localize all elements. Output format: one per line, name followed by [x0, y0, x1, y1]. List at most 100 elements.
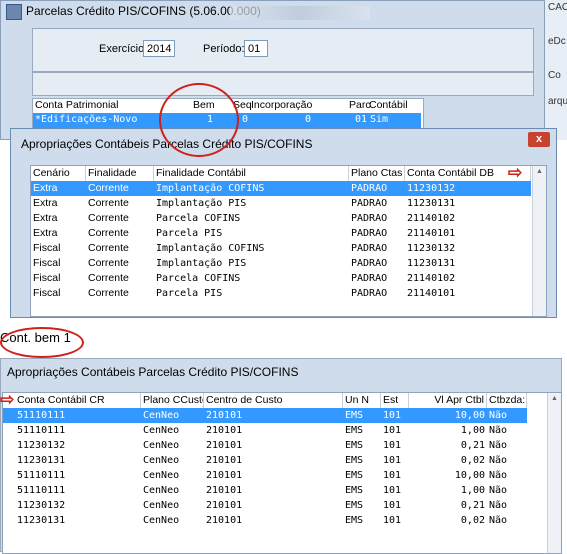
col-contabil[interactable]: Contábil	[369, 99, 408, 113]
table-cell: EMS	[345, 410, 364, 421]
col-finalidade-contabil[interactable]: Finalidade Contábil	[154, 166, 349, 181]
table-cell: 11230131	[407, 198, 456, 209]
apropriacoes-grid-2[interactable]: Conta Contábil CR Plano CCusto Centro de…	[2, 392, 562, 554]
table-cell: 210101	[206, 500, 243, 511]
col-ctbzda[interactable]: Ctbzda:	[487, 393, 527, 408]
col-plano-ctas[interactable]: Plano Ctas	[349, 166, 405, 181]
table-row[interactable]: 51110111 CenNeo 210101 EMS 101 1,00 Não	[3, 423, 527, 438]
table-cell: Corrente	[88, 182, 129, 194]
col-cenario[interactable]: Cenário	[31, 166, 86, 181]
table-cell: Não	[489, 500, 508, 511]
arrow-right-icon: ⇨	[508, 163, 523, 182]
col-vl-apr-ctbl[interactable]: Vl Apr Ctbl	[409, 393, 487, 408]
table-cell: Parcela PIS	[156, 288, 223, 299]
col-centro-de-custo[interactable]: Centro de Custo	[204, 393, 343, 408]
table-cell: PADRAO	[351, 243, 388, 254]
table-cell: 21140102	[407, 213, 456, 224]
side-text-4: arqui	[548, 96, 567, 107]
periodo-field[interactable]: 01	[244, 40, 268, 57]
window-title-text: Parcelas Crédito PIS/COFINS (5.06.00.000…	[26, 4, 261, 19]
col-incorporacao[interactable]: Incorporação	[251, 99, 312, 113]
col-seq[interactable]: Seq	[233, 99, 252, 113]
app-icon	[6, 4, 22, 20]
periodo-label: Período:	[203, 43, 245, 55]
table-row[interactable]: Fiscal Corrente Implantação PIS PADRAO 11230…	[31, 256, 531, 271]
table-row[interactable]: 11230132 CenNeo 210101 EMS 101 0,21 Não	[3, 498, 527, 513]
table-cell: PADRAO	[351, 183, 388, 194]
table-cell: Implantação PIS	[156, 258, 247, 269]
table-cell: 210101	[206, 515, 243, 526]
table-row[interactable]: *Edificações-Novo 1 0 0 01 Sim	[33, 113, 421, 128]
table-row[interactable]: 51110111 CenNeo 210101 EMS 101 10,00 Não	[3, 408, 527, 423]
table-row[interactable]: 11230131 CenNeo 210101 EMS 101 0,02 Não	[3, 513, 527, 528]
table-cell: Corrente	[88, 227, 129, 239]
table-cell: PADRAO	[351, 273, 388, 284]
table-cell: 101	[383, 500, 402, 511]
side-text-2: eDc	[548, 36, 566, 47]
table-row[interactable]: 51110111 CenNeo 210101 EMS 101 1,00 Não	[3, 483, 527, 498]
col-bem[interactable]: Bem	[193, 99, 215, 113]
col-est[interactable]: Est	[381, 393, 409, 408]
table-cell: Não	[489, 455, 508, 466]
col-conta-patrimonial[interactable]: Conta Patrimonial	[35, 99, 118, 113]
table-cell: Corrente	[88, 257, 129, 269]
table-cell: Corrente	[88, 287, 129, 299]
table-cell: CenNeo	[143, 440, 180, 451]
apropriacoes-grid-1[interactable]: Cenário Finalidade Finalidade Contábil P…	[30, 165, 547, 317]
table-cell: CenNeo	[143, 470, 180, 481]
table-cell: 210101	[206, 425, 243, 436]
exercicio-field[interactable]: 2014	[143, 40, 175, 57]
table-row[interactable]: 51110111 CenNeo 210101 EMS 101 10,00 Não	[3, 468, 527, 483]
cell-parc: 01	[355, 114, 368, 125]
table-cell: PADRAO	[351, 288, 388, 299]
scroll-up-icon[interactable]: ▲	[536, 168, 543, 175]
table-row[interactable]: Extra Corrente Parcela PIS PADRAO 21140101	[31, 226, 531, 241]
table-cell: Não	[489, 515, 508, 526]
col-plano-ccusto[interactable]: Plano CCusto	[141, 393, 204, 408]
col-un-n[interactable]: Un N	[343, 393, 381, 408]
table-cell: PADRAO	[351, 198, 388, 209]
col-parc[interactable]: Parc	[349, 99, 371, 113]
table-cell: CenNeo	[143, 455, 180, 466]
annotation-label: Cont. bem 1	[0, 330, 71, 345]
table-cell: 11230131	[17, 515, 66, 526]
table-cell: Parcela COFINS	[156, 213, 241, 224]
table-cell: Extra	[33, 182, 58, 194]
vertical-scrollbar[interactable]: ▲	[547, 393, 561, 553]
table-cell: 0,21	[460, 440, 485, 451]
table-cell: CenNeo	[143, 485, 180, 496]
col-finalidade[interactable]: Finalidade	[86, 166, 154, 181]
table-row[interactable]: Fiscal Corrente Implantação COFINS PADRAO 11…	[31, 241, 531, 256]
table-cell: PADRAO	[351, 258, 388, 269]
scroll-up-icon[interactable]: ▲	[551, 395, 558, 402]
table-row[interactable]: Fiscal Corrente Parcela COFINS PADRAO 211401…	[31, 271, 531, 286]
table-cell: 51110111	[17, 410, 66, 421]
table-cell: Extra	[33, 197, 58, 209]
table-cell: CenNeo	[143, 425, 180, 436]
table-cell: 11230131	[407, 258, 456, 269]
table-row[interactable]: Fiscal Corrente Parcela PIS PADRAO 21140101	[31, 286, 531, 301]
table-cell: 11230131	[17, 455, 66, 466]
table-row[interactable]: 11230132 CenNeo 210101 EMS 101 0,21 Não	[3, 438, 527, 453]
table-row[interactable]: Extra Corrente Implantação PIS PADRAO 112301…	[31, 196, 531, 211]
table-cell: Fiscal	[33, 257, 61, 269]
table-cell: Fiscal	[33, 272, 61, 284]
table-cell: 210101	[206, 440, 243, 451]
table-cell: 101	[383, 425, 402, 436]
close-icon[interactable]: x	[528, 132, 550, 147]
dialog-title: Apropriações Contábeis Parcelas Crédito …	[21, 137, 313, 151]
table-cell: 0,21	[460, 500, 485, 511]
table-cell: EMS	[345, 515, 364, 526]
table-cell: 21140102	[407, 273, 456, 284]
table-cell: 210101	[206, 455, 243, 466]
col-conta-contabil-cr[interactable]: Conta Contábil CR	[3, 393, 141, 408]
table-cell: Corrente	[88, 272, 129, 284]
table-cell: 101	[383, 455, 402, 466]
table-cell: 51110111	[17, 485, 66, 496]
table-cell: 101	[383, 410, 402, 421]
table-row[interactable]: Extra Corrente Implantação COFINS PADRAO 112…	[31, 181, 531, 196]
side-text-3: Co	[548, 70, 561, 81]
table-row[interactable]: Extra Corrente Parcela COFINS PADRAO 2114010…	[31, 211, 531, 226]
vertical-scrollbar[interactable]: ▲	[532, 166, 546, 316]
table-row[interactable]: 11230131 CenNeo 210101 EMS 101 0,02 Não	[3, 453, 527, 468]
